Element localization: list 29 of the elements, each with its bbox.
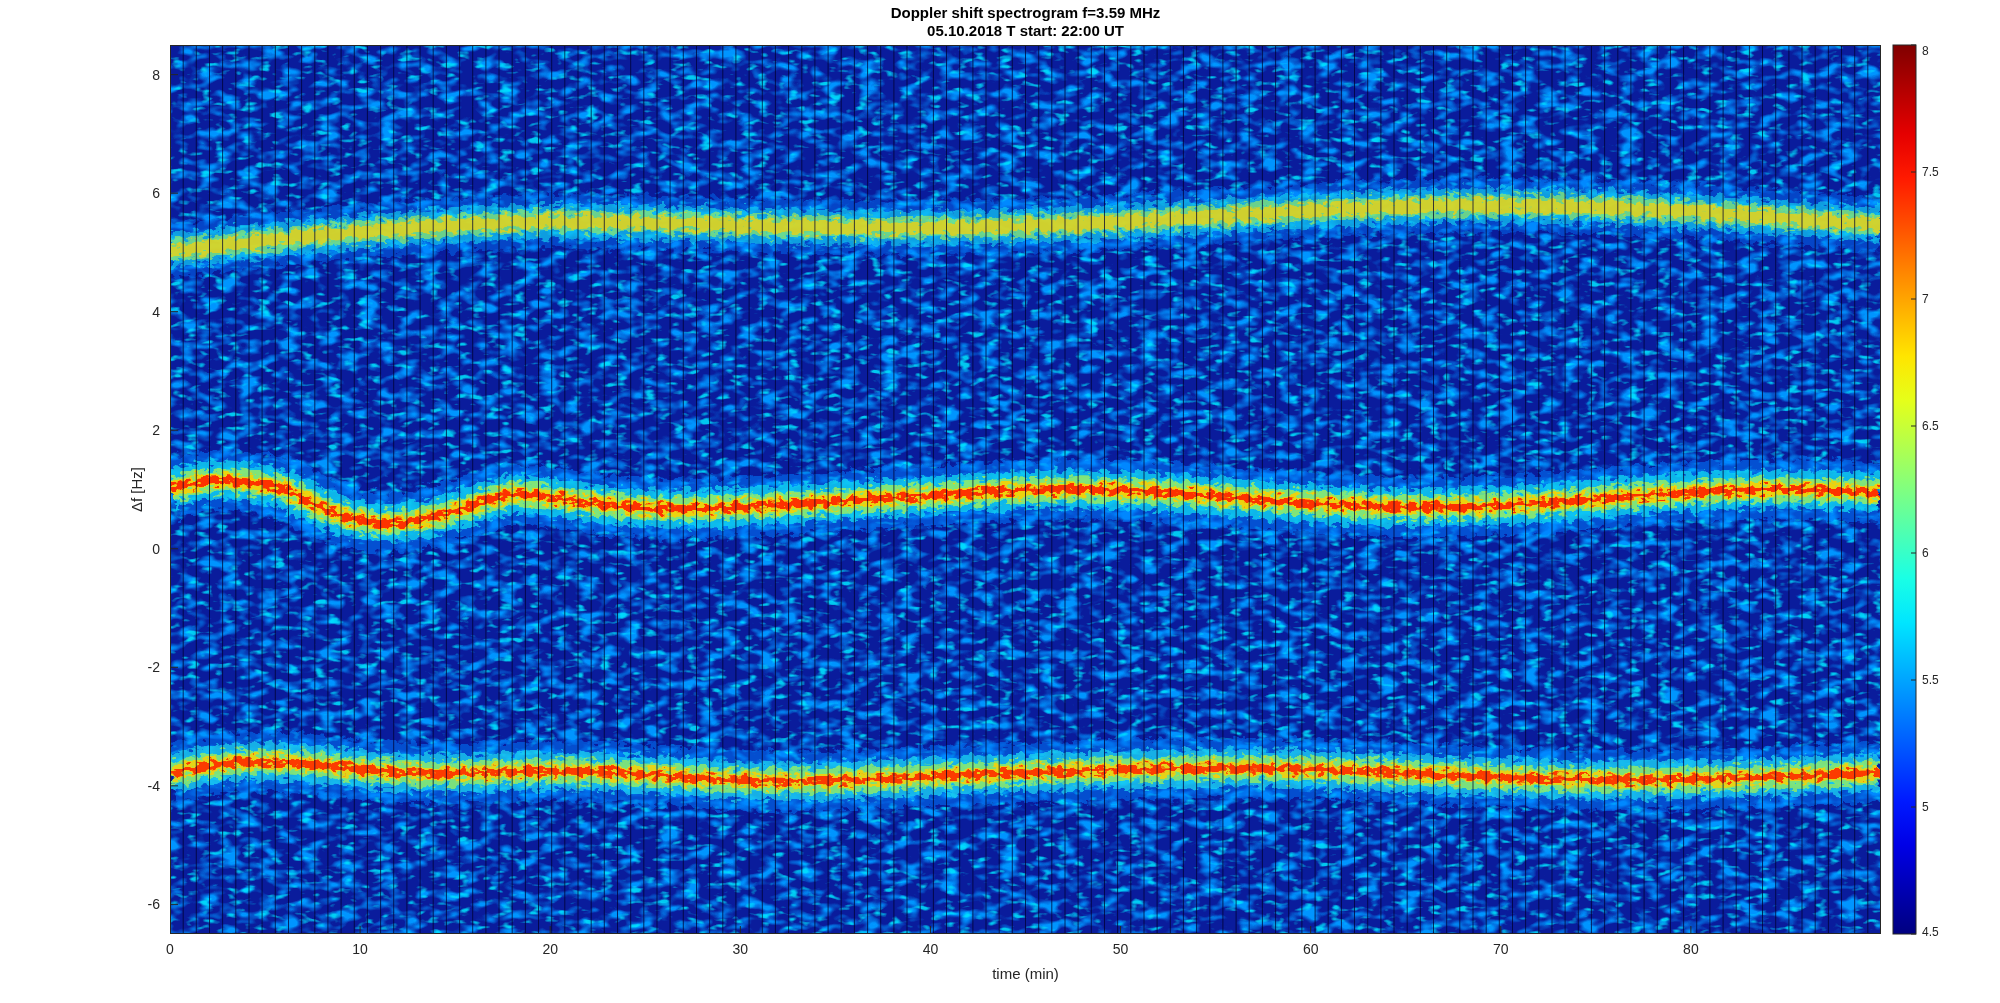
y-tick-label: 2	[152, 422, 160, 439]
y-tick-label: -6	[147, 896, 160, 913]
colorbar-tick-label: 4.5	[1922, 925, 1939, 939]
colorbar-tick-label: 6.5	[1922, 419, 1939, 433]
x-tick-label: 50	[1112, 941, 1129, 957]
x-tick-label: 20	[542, 941, 558, 957]
colorbar-tick-label: 5	[1922, 800, 1929, 814]
chart-title: Doppler shift spectrogram f=3.59 MHz	[890, 4, 1161, 21]
colorbar-tick-label: 7.5	[1922, 165, 1939, 179]
x-tick-label: 40	[922, 941, 939, 957]
y-tick-label: 8	[152, 66, 160, 83]
x-axis-label: time (min)	[992, 965, 1059, 982]
colorbar-tick-label: 7	[1922, 292, 1929, 306]
y-tick-label: -2	[147, 659, 160, 676]
chart-title: 05.10.2018 T start: 22:00 UT	[927, 22, 1124, 39]
x-tick-label: 80	[1683, 941, 1699, 957]
y-tick-label: 4	[152, 303, 160, 320]
colorbar-tick-label: 6	[1922, 546, 1929, 560]
colorbar-tick-label: 5.5	[1922, 673, 1939, 687]
y-axis-label: Δf [Hz]	[128, 467, 145, 512]
colorbar-tick-label: 8	[1922, 44, 1929, 58]
y-tick-label: 6	[152, 185, 160, 202]
x-tick-label: 10	[352, 941, 368, 957]
x-tick-label: 70	[1493, 941, 1509, 957]
x-tick-label: 0	[166, 941, 174, 957]
x-tick-label: 60	[1302, 941, 1319, 957]
y-tick-label: 0	[152, 540, 160, 557]
x-tick-label: 30	[732, 941, 749, 957]
y-tick-label: -4	[147, 777, 160, 794]
